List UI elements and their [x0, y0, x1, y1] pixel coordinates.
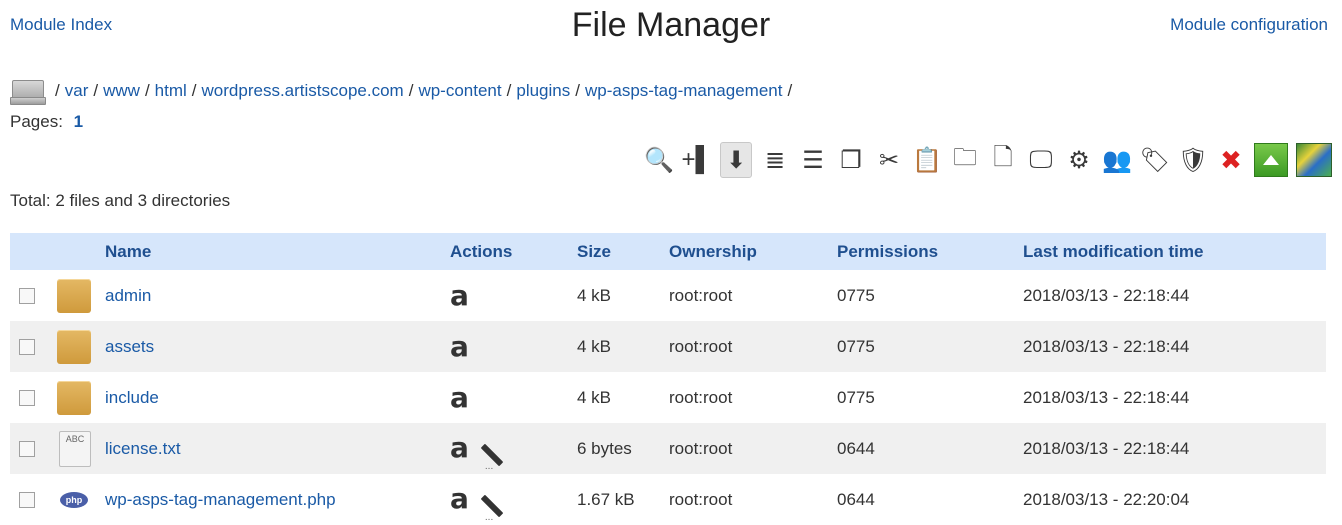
breadcrumb-separator: / — [191, 81, 197, 100]
breadcrumb-separator: / — [93, 81, 99, 100]
rename-icon[interactable]: a — [450, 482, 469, 515]
users-icon[interactable]: 👥 — [1102, 143, 1132, 177]
file-mtime: 2018/03/13 - 22:20:04 — [1023, 489, 1190, 509]
folder-icon — [57, 329, 91, 364]
copy-icon[interactable]: ❐ — [836, 143, 866, 177]
table-row: admin a 4 kB root:root 0775 2018/03/13 - 22:1… — [10, 270, 1326, 321]
settings-icon[interactable]: ⚙ — [1064, 143, 1094, 177]
page-title: File Manager — [571, 6, 771, 44]
file-name-link[interactable]: admin — [105, 286, 151, 305]
breadcrumb-item[interactable]: www — [103, 81, 140, 101]
file-permissions: 0644 — [837, 438, 875, 458]
row-checkbox[interactable] — [19, 491, 35, 508]
breadcrumb-separator: / — [144, 81, 150, 100]
file-mtime: 2018/03/13 - 22:18:44 — [1023, 438, 1190, 458]
file-permissions: 0644 — [837, 489, 875, 509]
file-name-link[interactable]: license.txt — [105, 439, 181, 458]
list-view-icon[interactable]: ≣ — [760, 143, 790, 177]
file-mtime: 2018/03/13 - 22:18:44 — [1023, 387, 1190, 407]
pagination: Pages: 1 — [10, 112, 83, 132]
table-header-row: Name Actions Size Ownership Permissions … — [10, 233, 1326, 270]
upload-arrow-icon[interactable] — [1254, 143, 1288, 177]
detail-list-icon[interactable]: ☰ — [798, 143, 828, 177]
table-row: ABC license.txt a... 6 bytes root:root 0644 20… — [10, 423, 1326, 474]
text-file-icon: ABC — [59, 430, 91, 467]
file-table: Name Actions Size Ownership Permissions … — [10, 233, 1326, 525]
sort-down-icon[interactable]: ⬇ — [720, 142, 752, 178]
delete-icon[interactable]: ✖ — [1216, 143, 1246, 177]
paste-icon[interactable]: 📋 — [912, 143, 942, 177]
new-file-icon[interactable]: 🗋 — [988, 143, 1018, 177]
row-checkbox[interactable] — [19, 440, 35, 457]
mtime-column-header[interactable]: Last modification time — [1023, 242, 1203, 261]
file-permissions: 0775 — [837, 387, 875, 407]
file-ownership: root:root — [669, 387, 733, 407]
breadcrumb: / var / www / html / wordpress.artistscope.com… — [10, 78, 797, 105]
file-permissions: 0775 — [837, 285, 875, 305]
breadcrumb-item[interactable]: wordpress.artistscope.com — [202, 81, 404, 101]
file-name-link[interactable]: wp-asps-tag-management.php — [105, 490, 336, 509]
table-row: include a 4 kB root:root 0775 2018/03/13 - 22… — [10, 372, 1326, 423]
page-link-1[interactable]: 1 — [74, 112, 83, 131]
file-size: 1.67 kB — [577, 489, 635, 509]
breadcrumb-item[interactable]: plugins — [516, 81, 570, 101]
ownership-column-header[interactable]: Ownership — [669, 242, 757, 261]
add-column-icon[interactable]: +▌ — [681, 143, 712, 177]
search-icon[interactable]: 🔍 — [644, 143, 674, 177]
name-column-header[interactable]: Name — [105, 242, 151, 261]
file-size: 4 kB — [577, 285, 612, 305]
row-checkbox[interactable] — [19, 287, 35, 304]
size-column-header[interactable]: Size — [577, 242, 611, 261]
new-folder-icon[interactable]: 🗀 — [950, 143, 980, 177]
edit-icon[interactable]: ... — [480, 491, 509, 523]
rename-icon[interactable]: a — [450, 279, 469, 312]
breadcrumb-item[interactable]: html — [155, 81, 187, 101]
module-configuration-link[interactable]: Module configuration — [1170, 15, 1328, 35]
file-ownership: root:root — [669, 336, 733, 356]
rename-icon[interactable]: a — [450, 431, 469, 464]
breadcrumb-separator: / — [787, 81, 793, 100]
permissions-column-header[interactable]: Permissions — [837, 242, 938, 261]
row-checkbox[interactable] — [19, 389, 35, 406]
breadcrumb-item[interactable]: wp-asps-tag-management — [585, 81, 782, 101]
drive-icon[interactable] — [10, 78, 46, 105]
toolbar: 🔍 +▌ ⬇ ≣ ☰ ❐ ✂ 📋 🗀 🗋 🖵 ⚙ 👥 🏷 🛡 ✖ — [644, 142, 1332, 178]
upload-icon[interactable]: 🖵 — [1026, 143, 1056, 177]
row-checkbox[interactable] — [19, 338, 35, 355]
file-name-link[interactable]: include — [105, 388, 159, 407]
file-mtime: 2018/03/13 - 22:18:44 — [1023, 285, 1190, 305]
file-size: 4 kB — [577, 387, 612, 407]
image-icon[interactable] — [1296, 143, 1332, 177]
file-ownership: root:root — [669, 438, 733, 458]
breadcrumb-item[interactable]: var — [65, 81, 89, 101]
summary-total: Total: 2 files and 3 directories — [10, 191, 231, 210]
file-permissions: 0775 — [837, 336, 875, 356]
file-name-link[interactable]: assets — [105, 337, 154, 356]
file-ownership: root:root — [669, 489, 733, 509]
breadcrumb-item[interactable]: wp-content — [418, 81, 501, 101]
file-size: 4 kB — [577, 336, 612, 356]
pages-label: Pages: — [10, 112, 63, 131]
rename-icon[interactable]: a — [450, 381, 469, 414]
folder-icon — [57, 278, 91, 313]
table-row: assets a 4 kB root:root 0775 2018/03/13 - 22:… — [10, 321, 1326, 372]
breadcrumb-separator: / — [55, 81, 60, 100]
file-size: 6 bytes — [577, 438, 632, 458]
cut-icon[interactable]: ✂ — [874, 143, 904, 177]
edit-icon[interactable]: ... — [480, 440, 509, 472]
tag-icon[interactable]: 🏷 — [1140, 143, 1170, 177]
table-row: php wp-asps-tag-management.php a... 1.67 kB… — [10, 474, 1326, 525]
file-ownership: root:root — [669, 285, 733, 305]
php-file-icon: php — [60, 491, 88, 508]
breadcrumb-separator: / — [408, 81, 414, 100]
folder-icon — [57, 380, 91, 415]
rename-icon[interactable]: a — [450, 330, 469, 363]
breadcrumb-separator: / — [506, 81, 512, 100]
breadcrumb-separator: / — [575, 81, 580, 100]
shield-icon[interactable]: 🛡 — [1178, 143, 1208, 177]
actions-column-header: Actions — [450, 241, 513, 261]
file-mtime: 2018/03/13 - 22:18:44 — [1023, 336, 1190, 356]
